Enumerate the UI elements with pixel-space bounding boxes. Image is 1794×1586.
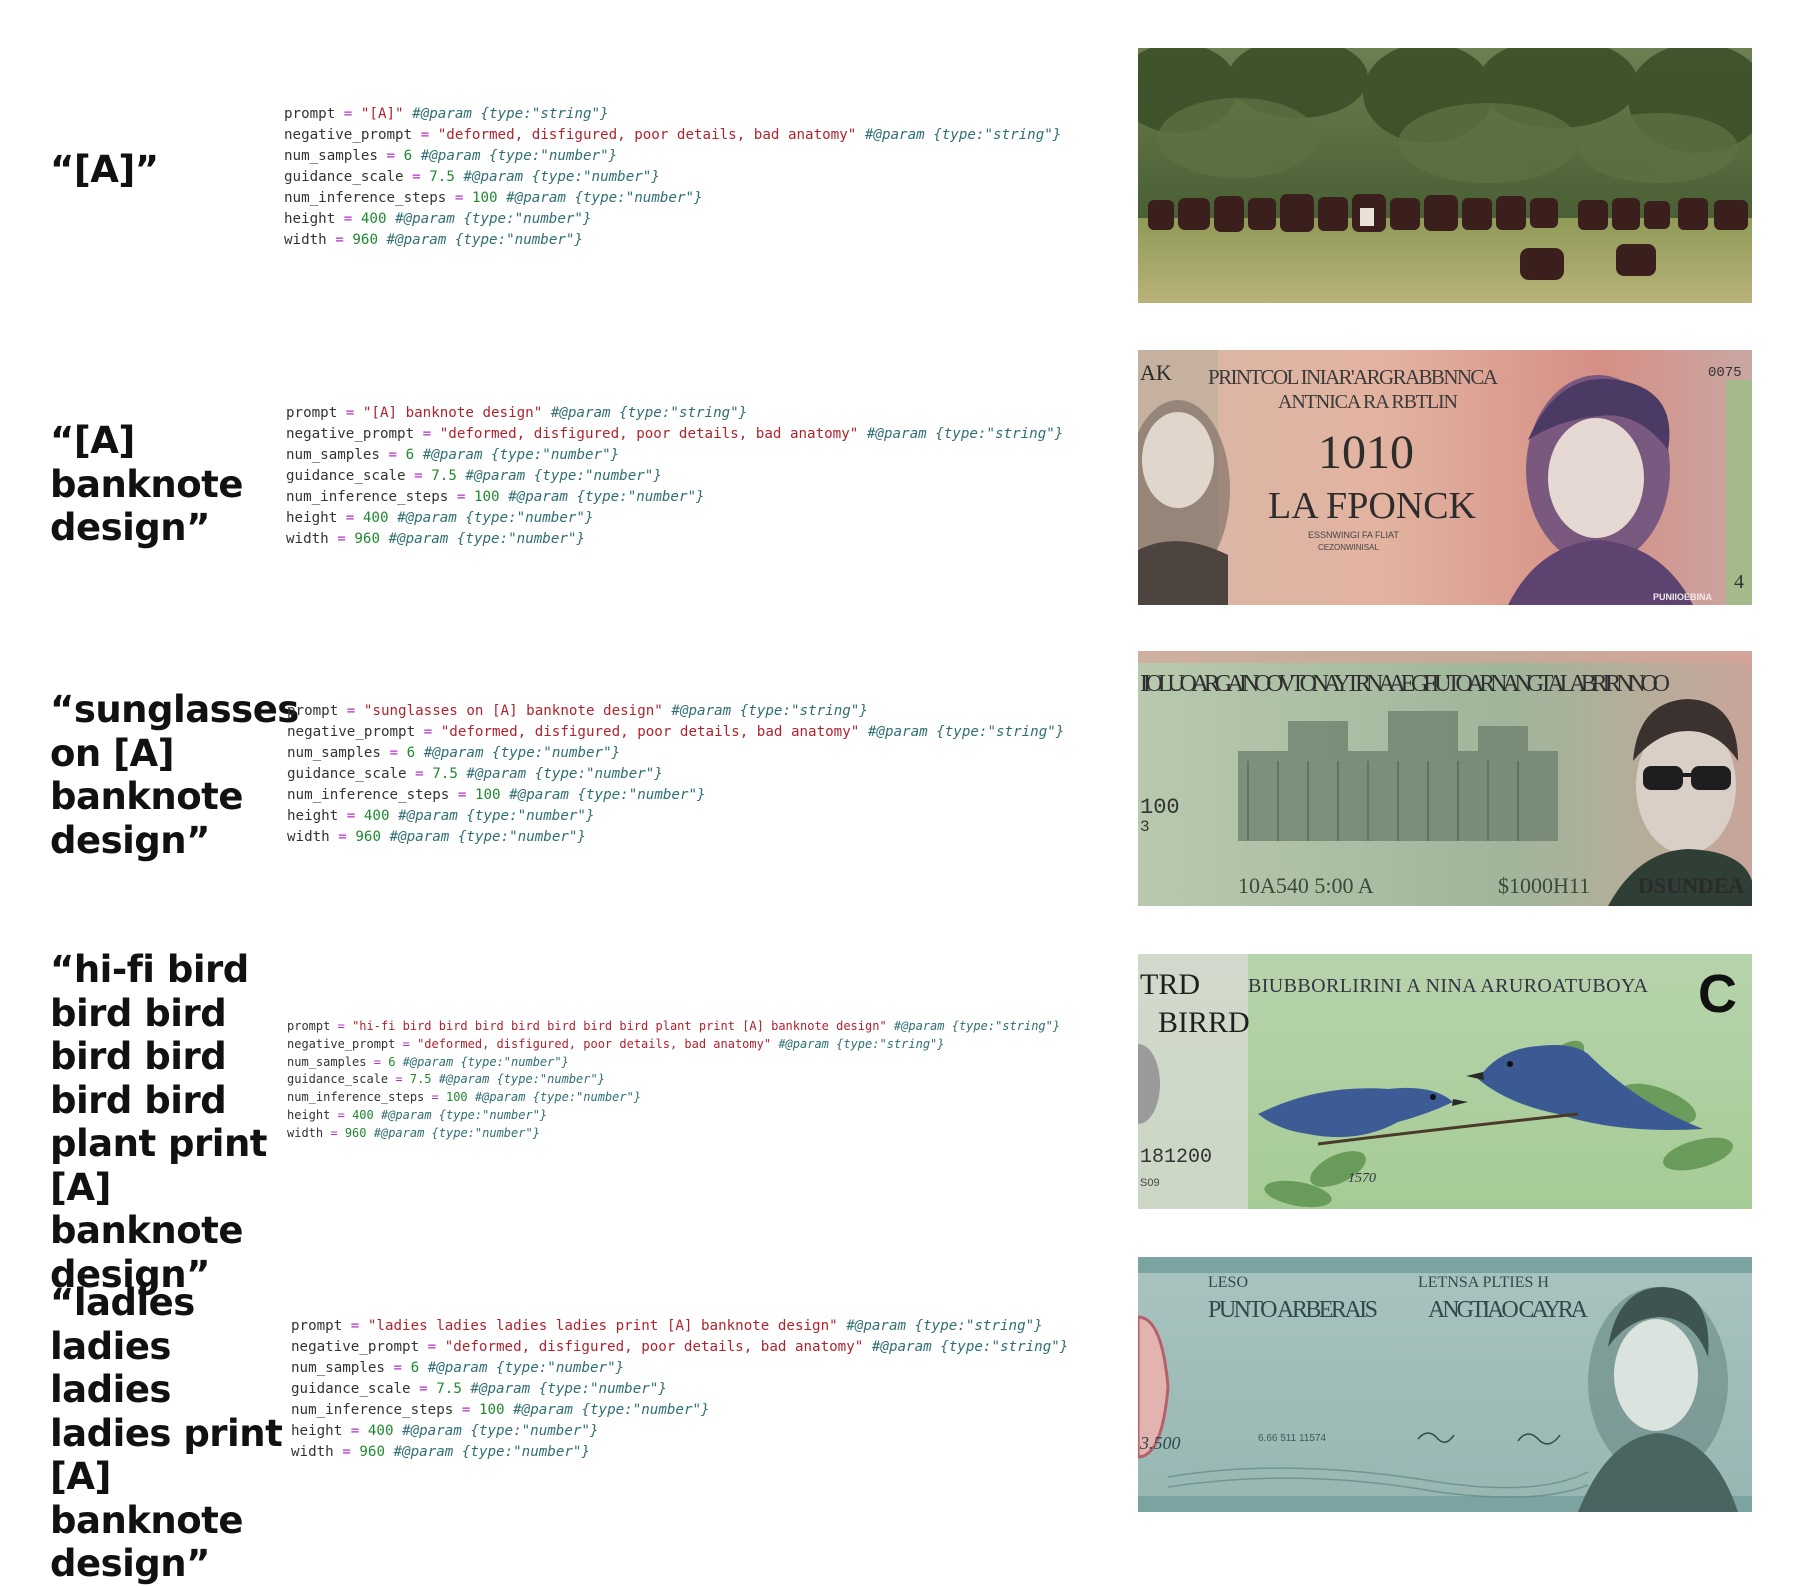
banknote-corner: 4 — [1734, 571, 1744, 593]
banknote-small-text: 1570 — [1348, 1171, 1376, 1186]
banknote-text: LETNSA PLTIES H — [1418, 1274, 1549, 1291]
code-block: prompt = "sunglasses on [A] banknote des… — [287, 703, 1065, 845]
banknote-text: TRD — [1140, 968, 1200, 1001]
sunglasses-lens — [1643, 766, 1683, 790]
generated-image-banknote-1: AK PRINTCOL INIAR'ARGRABBNNCA ANTNICA RA… — [1138, 350, 1752, 605]
banknote-small-text: 6.66 511 11574 — [1258, 1433, 1326, 1444]
banknote-serial: 3.500 — [1139, 1433, 1181, 1453]
code-block: prompt = "[A]" #@param {type:"string"} n… — [284, 106, 1062, 248]
generated-image-cattle — [1138, 48, 1752, 303]
prompt-caption: “ladies ladies ladies ladies print [A] b… — [50, 1281, 283, 1585]
banknote-title: BIUBBORLIRINI A NINA ARUROATUBOYA — [1248, 975, 1649, 997]
banknote-serial: $1000H11 — [1498, 873, 1590, 898]
banknote-serial: 0075 — [1708, 365, 1742, 381]
code-block: prompt = "ladies ladies ladies ladies pr… — [291, 1318, 1069, 1460]
banknote-denomination: 1010 — [1318, 426, 1414, 479]
example-row-4: “hi-fi bird bird bird bird bird bird bir… — [0, 948, 1794, 1296]
banknote-small-text: PUNIIOEBINA — [1653, 592, 1713, 602]
banknote-text: BIRRD — [1158, 1006, 1250, 1039]
banknote-red-image: AK PRINTCOL INIAR'ARGRABBNNCA ANTNICA RA… — [1138, 350, 1752, 605]
prompt-caption: “hi-fi bird bird bird bird bird bird bir… — [50, 948, 268, 1296]
banknote-title: ANGTIAO CAYRA — [1428, 1297, 1589, 1323]
banknote-small-text: ESSNWINGI FA FLIAT — [1308, 530, 1399, 540]
banknote-title: IIOLUOARGAINOOVTON AYTRNA AE GFIUTO ARNA… — [1140, 671, 1670, 697]
banknote-title: PUNTO ARBERAIS — [1208, 1297, 1378, 1323]
code-block: prompt = "[A] banknote design" #@param {… — [286, 405, 1064, 547]
banknote-text: LESO — [1208, 1274, 1248, 1291]
code-block: prompt = "hi-fi bird bird bird bird bird… — [287, 1019, 1061, 1140]
banknote-serial: 181200 — [1140, 1146, 1212, 1169]
banknote-lady-image: LESO PUNTO ARBERAIS LETNSA PLTIES H ANGT… — [1138, 1257, 1752, 1512]
banknote-green-sunglasses-image: IIOLUOARGAINOOVTON AYTRNA AE GFIUTO ARNA… — [1138, 651, 1752, 906]
example-row-1: “[A]” prompt = "[A]" #@param {type:"stri… — [0, 48, 1794, 303]
generated-image-banknote-2: IIOLUOARGAINOOVTON AYTRNA AE GFIUTO ARNA… — [1138, 651, 1752, 906]
prompt-caption: “sunglasses on [A] banknote design” — [50, 688, 299, 862]
banknote-title: PRINTCOL INIAR'ARGRABBNNCA — [1208, 365, 1499, 389]
banknote-denomination: 100 — [1140, 795, 1180, 820]
example-row-5: “ladies ladies ladies ladies print [A] b… — [0, 1252, 1794, 1585]
generated-image-banknote-3: TRD BIRRD BIUBBORLIRINI A NINA ARUROATUB… — [1138, 954, 1752, 1209]
example-row-3: “sunglasses on [A] banknote design” prom… — [0, 650, 1794, 906]
prompt-caption: “[A]” — [50, 148, 159, 191]
banknote-text: AK — [1140, 360, 1172, 385]
banknote-small-text: CEZONWINISAL — [1318, 543, 1379, 552]
generated-image-banknote-4: LESO PUNTO ARBERAIS LETNSA PLTIES H ANGT… — [1138, 1257, 1752, 1512]
banknote-corner: C — [1698, 964, 1737, 1024]
banknote-serial: 10A540 5:00 A — [1238, 873, 1374, 898]
banknote-subtitle: ANTNICA RA RBTLIN — [1278, 391, 1458, 413]
banknote-small-text: DSUNDEA — [1638, 873, 1744, 898]
example-row-2: “[A] banknote design” prompt = "[A] bank… — [0, 349, 1794, 605]
banknote-name: LA FPONCK — [1268, 485, 1477, 527]
prompt-caption: “[A] banknote design” — [50, 419, 243, 549]
cattle-field-image — [1138, 48, 1752, 303]
sunglasses-lens — [1691, 766, 1731, 790]
banknote-bird-image: TRD BIRRD BIUBBORLIRINI A NINA ARUROATUB… — [1138, 954, 1752, 1209]
banknote-small-text: 3 — [1140, 818, 1150, 836]
banknote-small-text: S09 — [1140, 1177, 1160, 1189]
